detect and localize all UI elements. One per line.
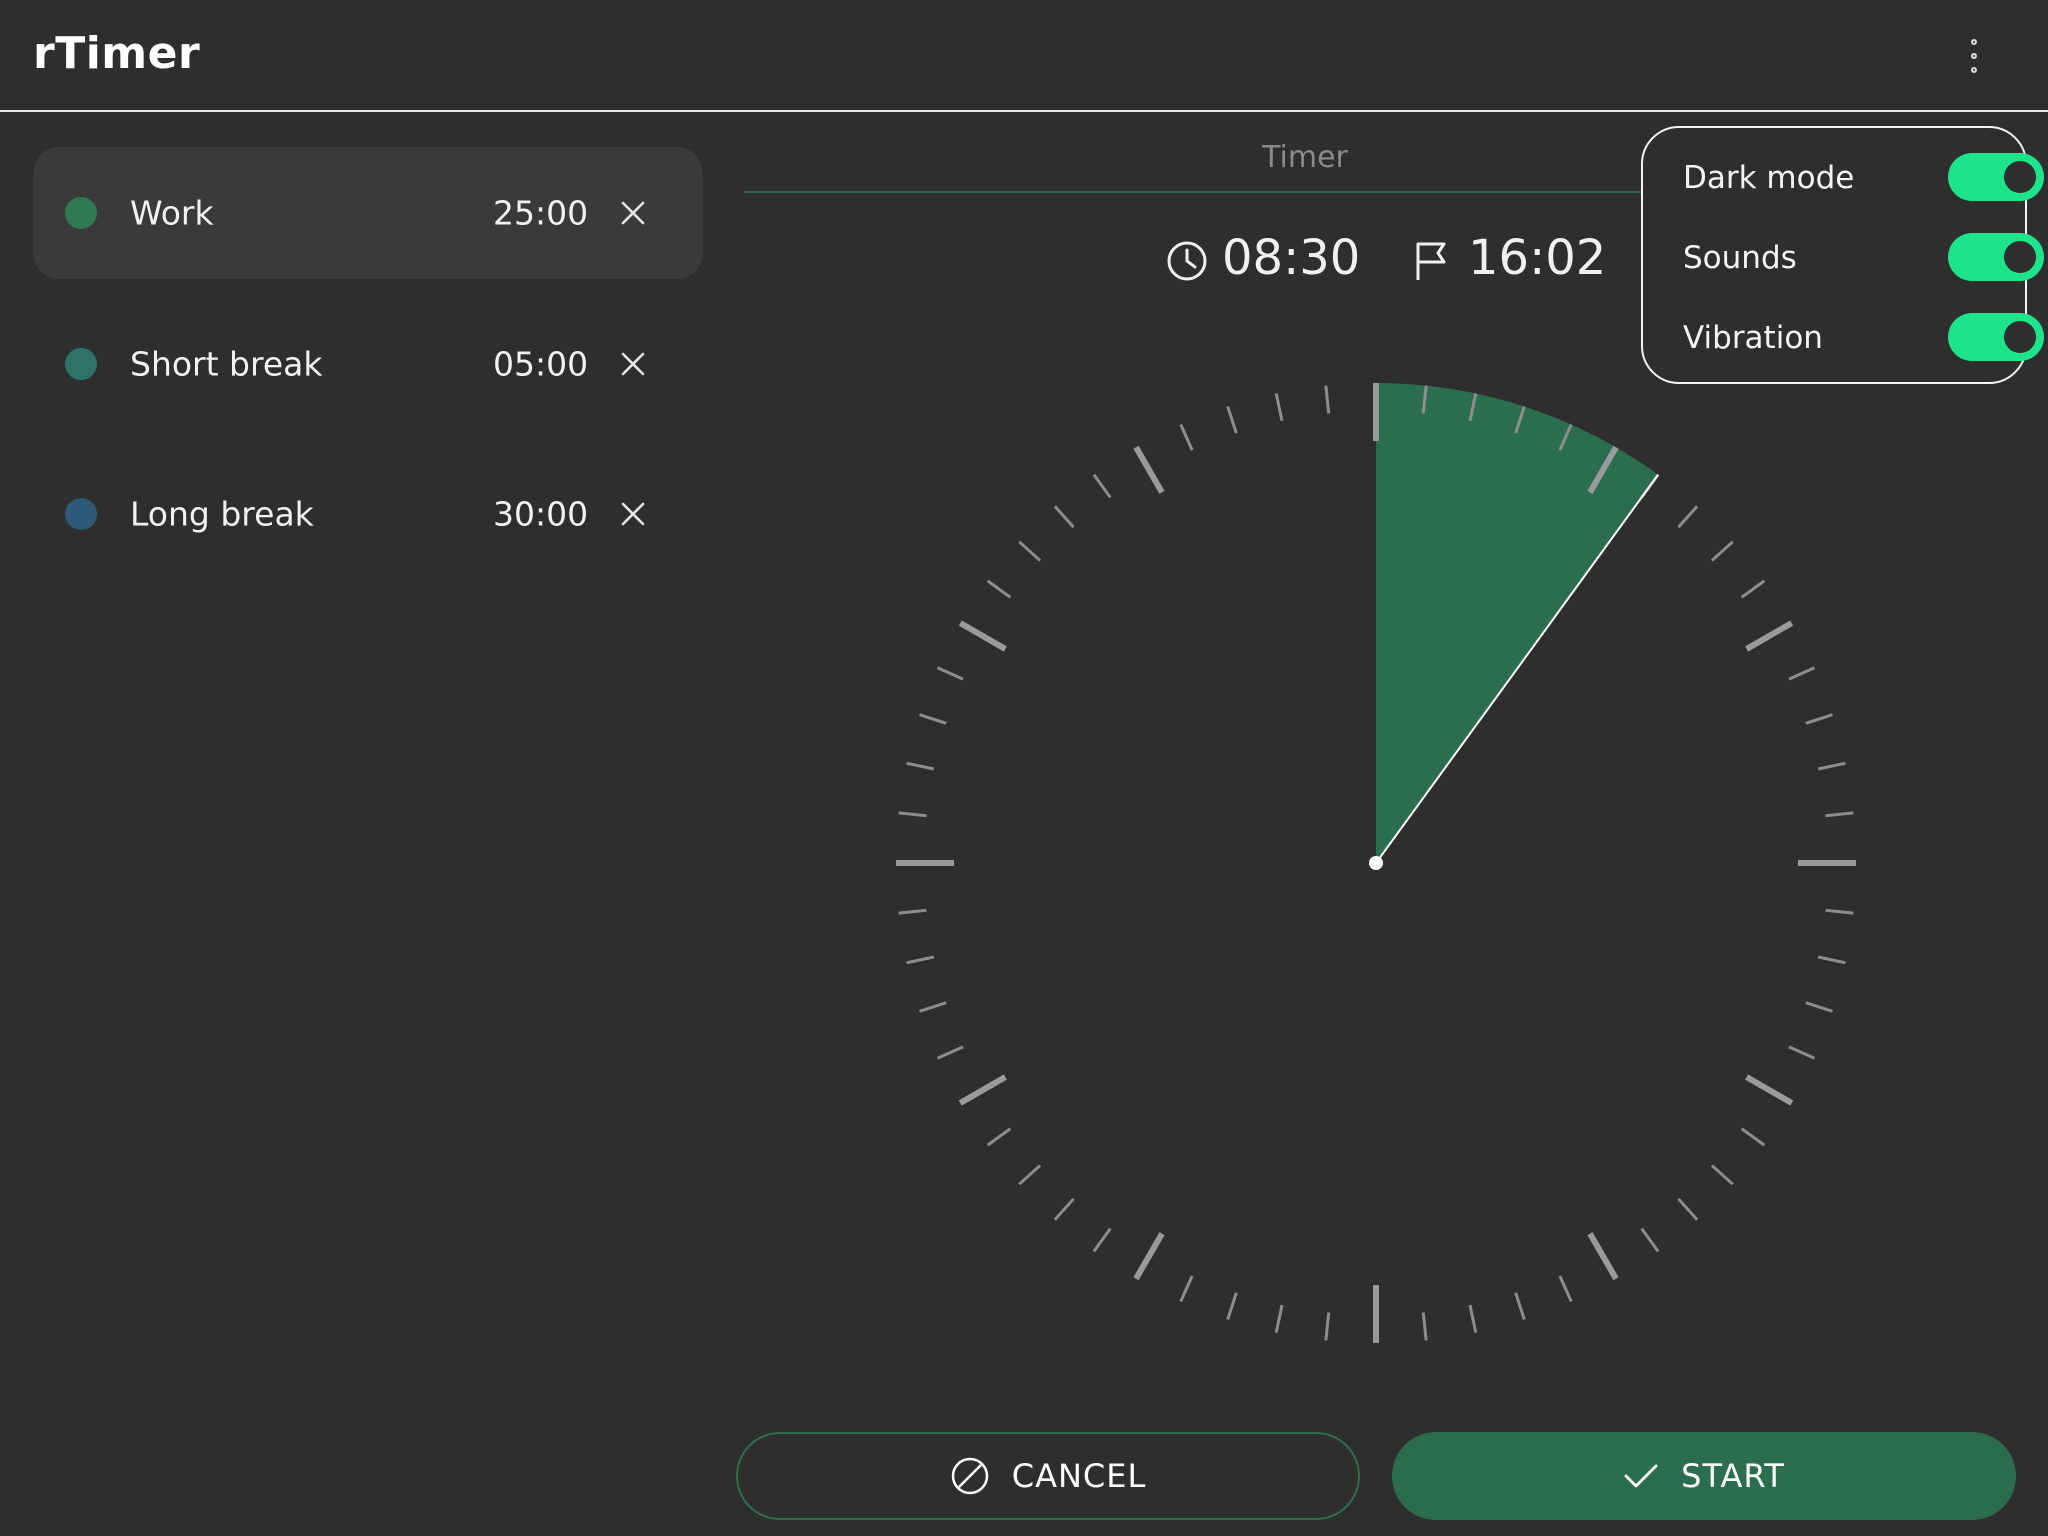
dial-center-dot: [1369, 856, 1383, 870]
dial-tick: [1640, 1227, 1660, 1253]
dial-tick: [1788, 1045, 1816, 1060]
settings-popover: Dark mode Sounds Vibration: [1641, 126, 2044, 384]
dial-tick: [1018, 1164, 1042, 1186]
dial-tick: [919, 1001, 947, 1013]
dial-tick: [1133, 445, 1165, 494]
vibration-toggle[interactable]: [1948, 313, 2044, 361]
dial-tick: [1740, 1127, 1766, 1147]
start-label: START: [1681, 1457, 1785, 1495]
dial-tick: [1018, 540, 1042, 562]
dial-tick: [1805, 1001, 1833, 1013]
dial-tick: [1558, 1275, 1573, 1303]
dial-tick: [1053, 505, 1075, 529]
dial-tick: [1274, 393, 1284, 422]
dial-tick: [1710, 540, 1734, 562]
dial-tick: [1053, 1197, 1075, 1221]
cancel-button[interactable]: CANCEL: [736, 1432, 1360, 1520]
timer-elapsed-sector: [1376, 383, 1659, 863]
dial-tick: [1324, 1312, 1331, 1341]
check-icon: [1624, 1464, 1658, 1488]
dial-tick: [1677, 505, 1699, 529]
dial-tick: [986, 1127, 1012, 1147]
dial-tick: [898, 811, 927, 818]
dial-tick: [1740, 579, 1766, 599]
dial-tick: [1421, 1312, 1428, 1341]
dial-tick: [936, 666, 964, 681]
dial-tick: [919, 713, 947, 725]
dial-tick: [1788, 666, 1816, 681]
dial-tick: [986, 579, 1012, 599]
dial-tick: [1092, 1227, 1112, 1253]
cancel-label: CANCEL: [1011, 1457, 1147, 1495]
dial-tick: [1226, 406, 1238, 434]
dial-tick: [1587, 1232, 1619, 1281]
setting-label: Vibration: [1683, 320, 1823, 356]
dial-tick: [1274, 1304, 1284, 1333]
dial-tick: [958, 620, 1007, 652]
dial-tick: [906, 761, 935, 771]
setting-dark-mode: Dark mode: [1683, 153, 2044, 203]
dial-tick: [1825, 811, 1854, 818]
dial-tick: [1745, 620, 1794, 652]
setting-vibration: Vibration: [1683, 313, 2044, 363]
sounds-toggle[interactable]: [1948, 233, 2044, 281]
start-button[interactable]: START: [1392, 1432, 2016, 1520]
dial-tick: [1179, 1275, 1194, 1303]
setting-label: Dark mode: [1683, 160, 1855, 196]
setting-label: Sounds: [1683, 240, 1797, 276]
dial-tick: [1710, 1164, 1734, 1186]
dial-tick: [958, 1074, 1007, 1106]
dial-tick: [1745, 1074, 1794, 1106]
dial-tick: [936, 1045, 964, 1060]
dial-tick: [1825, 908, 1854, 915]
block-icon: [951, 1457, 988, 1495]
setting-sounds: Sounds: [1683, 233, 2044, 283]
dial-tick: [1092, 473, 1112, 499]
dial-tick: [1817, 955, 1846, 965]
dial-tick: [1133, 1232, 1165, 1281]
dial-tick: [1514, 1292, 1526, 1320]
dial-tick: [1817, 761, 1846, 771]
dial-tick: [1226, 1292, 1238, 1320]
dark-mode-toggle[interactable]: [1948, 153, 2044, 201]
dial-tick: [898, 908, 927, 915]
dial-tick: [1805, 713, 1833, 725]
dial-tick: [1324, 385, 1331, 414]
dial-tick: [906, 955, 935, 965]
dial-tick: [1179, 423, 1194, 451]
dial-tick: [1468, 1304, 1478, 1333]
dial-tick: [1677, 1197, 1699, 1221]
